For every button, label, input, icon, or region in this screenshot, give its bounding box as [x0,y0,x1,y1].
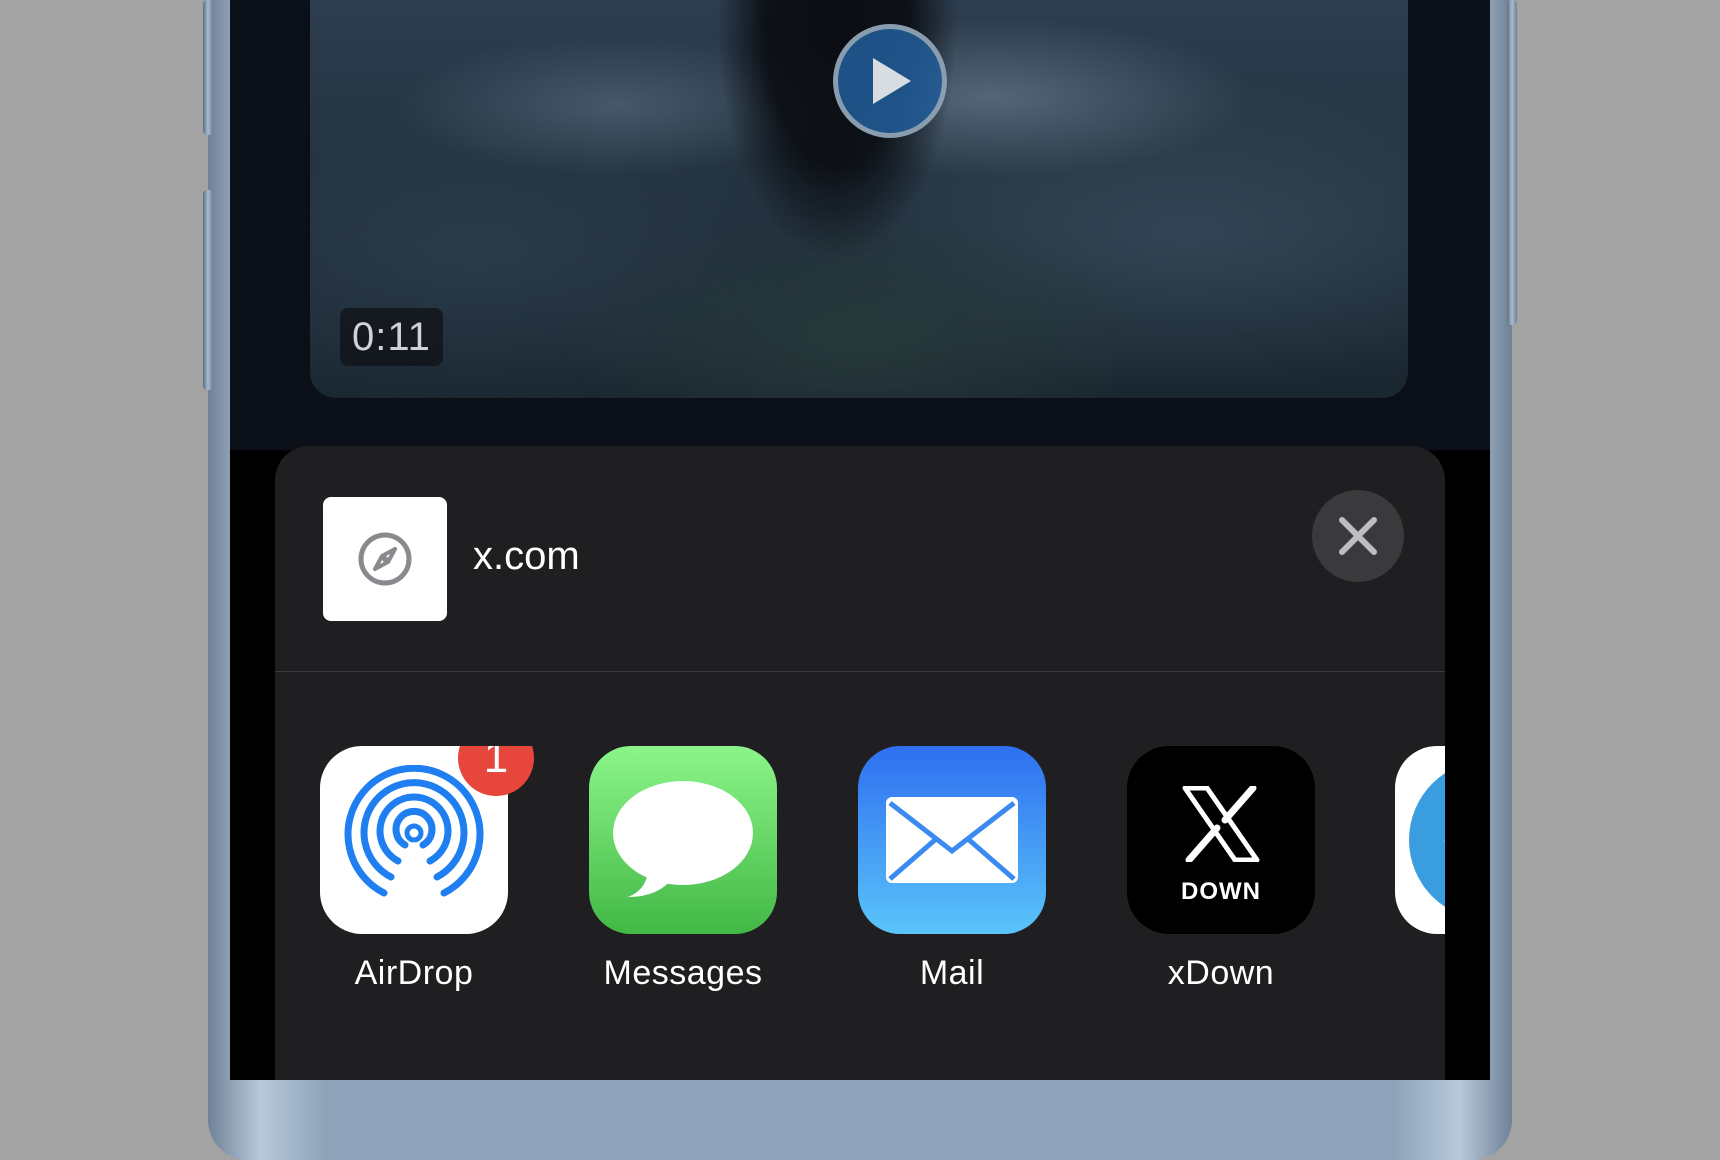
xdown-icon-text: DOWN [1181,878,1261,905]
play-icon [873,58,911,104]
app-label: Te [1395,954,1445,993]
xdown-icon: DOWN [1127,746,1315,934]
power-button [1507,0,1517,325]
app-label: xDown [1167,954,1275,992]
share-app-telegram[interactable]: Te [1395,746,1445,993]
link-title: x.com [473,534,580,578]
video-duration: 0:11 [340,308,443,366]
compass-icon [358,532,412,586]
divider [275,671,1445,672]
messages-icon [589,746,777,934]
play-button[interactable] [833,24,947,138]
share-sheet: x.com 1 AirDrop Messages Mail DOWN xDown [275,446,1445,1080]
share-app-messages[interactable]: Messages [589,746,777,993]
close-icon [1339,517,1377,555]
mail-icon [858,746,1046,934]
mute-switch [203,0,213,135]
telegram-icon [1395,746,1445,934]
phone-screen: 0:11 x.com 1 AirDrop Messages Mail DOWN … [230,0,1490,1080]
share-app-mail[interactable]: Mail [858,746,1046,993]
app-label: Mail [919,954,985,992]
close-button[interactable] [1312,490,1404,582]
link-preview-thumbnail [323,497,447,621]
share-app-airdrop[interactable]: 1 AirDrop [320,746,534,993]
tweet-feed: 0:11 [230,0,1490,450]
app-label: AirDrop [354,954,474,992]
share-app-row: 1 AirDrop Messages Mail DOWN xDown [275,746,1445,1046]
share-app-xdown[interactable]: DOWN xDown [1127,746,1315,993]
app-label: Messages [603,954,763,992]
volume-down-button [203,190,213,390]
video-player[interactable]: 0:11 [310,0,1408,398]
